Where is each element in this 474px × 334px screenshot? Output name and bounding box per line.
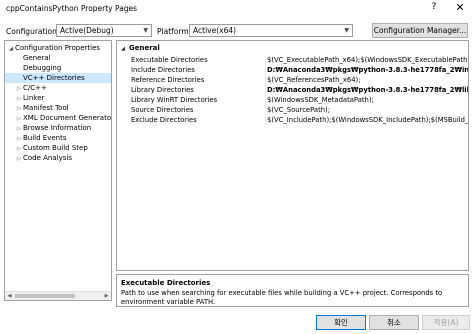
tree-item[interactable]: Debugging — [5, 63, 111, 73]
chevron-down-icon: ▼ — [143, 27, 148, 34]
tree-item-label: Debugging — [23, 64, 62, 72]
property-value[interactable]: $(VC_SourcePath); — [267, 105, 468, 115]
column-divider — [265, 85, 266, 95]
property-name: Reference Directories — [131, 76, 205, 84]
property-name: Library Directories — [131, 86, 194, 94]
tree-item-label: Linker — [23, 94, 45, 102]
scrollbar-thumb[interactable] — [15, 294, 75, 298]
configuration-dropdown[interactable]: Active(Debug) ▼ — [56, 24, 152, 37]
property-value[interactable]: $(VC_ExecutablePath_x64);$(WindowsSDK_Ex… — [267, 55, 468, 65]
description-title: Executable Directories — [121, 279, 211, 287]
configuration-manager-button[interactable]: Configuration Manager... — [372, 23, 468, 38]
property-row[interactable]: Include Directories D:₩Anaconda3₩pkgs₩pyt… — [117, 65, 468, 75]
tree-item[interactable]: ▷ Build Events — [5, 133, 111, 143]
tree-item-label: VC++ Directories — [23, 74, 85, 82]
description-text: Path to use when searching for executabl… — [121, 289, 443, 306]
property-row[interactable]: Source Directories $(VC_SourcePath); — [117, 105, 468, 115]
cancel-button[interactable]: 취소 — [369, 315, 419, 330]
property-value[interactable]: D:₩Anaconda3₩pkgs₩python-3.8.3-he1778fa_… — [267, 85, 468, 95]
tree-item-label: Build Events — [23, 134, 67, 142]
property-value[interactable]: $(VC_ReferencesPath_x64); — [267, 75, 468, 85]
tree-item[interactable]: ▷ Code Analysis — [5, 153, 111, 163]
grid-category-label: General — [129, 44, 160, 52]
property-value[interactable]: $(WindowsSDK_MetadataPath); — [267, 95, 468, 105]
platform-value: Active(x64) — [193, 26, 237, 35]
tree-item-label: Manifest Tool — [23, 104, 69, 112]
tree-item-label: Configuration Properties — [15, 44, 101, 52]
tree-item-label: General — [23, 54, 51, 62]
platform-label: Platform: — [157, 27, 192, 36]
tree-item[interactable]: General — [5, 53, 111, 63]
scroll-left-icon[interactable]: ◀ — [5, 292, 14, 300]
property-tree[interactable]: ◢ Configuration Properties General Debuggin… — [4, 40, 112, 301]
column-divider — [265, 105, 266, 115]
column-divider — [265, 55, 266, 65]
tree-horizontal-scrollbar[interactable]: ◀ ▶ — [5, 291, 111, 300]
description-panel: Executable Directories Path to use when … — [116, 274, 469, 307]
apply-button[interactable]: 적용(A) — [422, 315, 470, 330]
column-divider — [265, 95, 266, 105]
property-row[interactable]: Executable Directories $(VC_ExecutablePat… — [117, 55, 468, 65]
tree-item-label: Code Analysis — [23, 154, 72, 162]
tree-item[interactable]: ▷ Manifest Tool — [5, 103, 111, 113]
property-row[interactable]: Library WinRT Directories $(WindowsSDK_Me… — [117, 95, 468, 105]
ok-button[interactable]: 확인 — [316, 315, 366, 330]
grid-category-general[interactable]: ◢ General — [117, 43, 468, 54]
dialog-footer: 확인 취소 적용(A) — [0, 309, 474, 334]
property-grid: ◢ General Executable Directories $(VC_Exec… — [116, 40, 469, 271]
tree-item-label: XML Document Generator — [23, 114, 112, 122]
property-row[interactable]: Exclude Directories $(VC_IncludePath);$(W… — [117, 115, 468, 125]
tree-item[interactable]: ◢ Configuration Properties — [5, 43, 111, 53]
tree-item[interactable]: VC++ Directories — [5, 73, 111, 83]
window-title: cppContainsPython Property Pages — [6, 4, 138, 13]
configuration-value: Active(Debug) — [60, 26, 114, 35]
tree-item[interactable]: ▷ Browse Information — [5, 123, 111, 133]
expand-icon[interactable]: ▷ — [15, 154, 23, 164]
scroll-right-icon[interactable]: ▶ — [102, 292, 111, 300]
close-icon[interactable]: ✕ — [450, 1, 470, 15]
configuration-label: Configuration: — [6, 27, 60, 36]
property-row[interactable]: Library Directories D:₩Anaconda3₩pkgs₩pyt… — [117, 85, 468, 95]
column-divider — [265, 65, 266, 75]
property-name: Library WinRT Directories — [131, 96, 218, 104]
property-value[interactable]: $(VC_IncludePath);$(WindowsSDK_IncludePa… — [267, 115, 468, 125]
property-name: Include Directories — [131, 66, 195, 74]
property-value[interactable]: D:₩Anaconda3₩pkgs₩python-3.8.3-he1778fa_… — [267, 65, 468, 75]
tree-item[interactable]: ▷ C/C++ — [5, 83, 111, 93]
tree-item-label: Custom Build Step — [23, 144, 88, 152]
property-name: Source Directories — [131, 106, 194, 114]
tree-item-label: C/C++ — [23, 84, 47, 92]
property-name: Exclude Directories — [131, 116, 197, 124]
property-name: Executable Directories — [131, 56, 208, 64]
title-bar: cppContainsPython Property Pages ? ✕ — [0, 0, 474, 17]
platform-dropdown[interactable]: Active(x64) ▼ — [189, 24, 353, 37]
column-divider — [265, 115, 266, 125]
tree-item[interactable]: ▷ XML Document Generator — [5, 113, 111, 123]
tree-item[interactable]: ▷ Linker — [5, 93, 111, 103]
tree-item[interactable]: ▷ Custom Build Step — [5, 143, 111, 153]
column-divider — [265, 75, 266, 85]
chevron-down-icon: ▼ — [344, 27, 349, 34]
property-row[interactable]: Reference Directories $(VC_ReferencesPath… — [117, 75, 468, 85]
tree-item-label: Browse Information — [23, 124, 92, 132]
help-button[interactable]: ? — [426, 2, 442, 15]
collapse-icon[interactable]: ◢ — [117, 44, 129, 55]
